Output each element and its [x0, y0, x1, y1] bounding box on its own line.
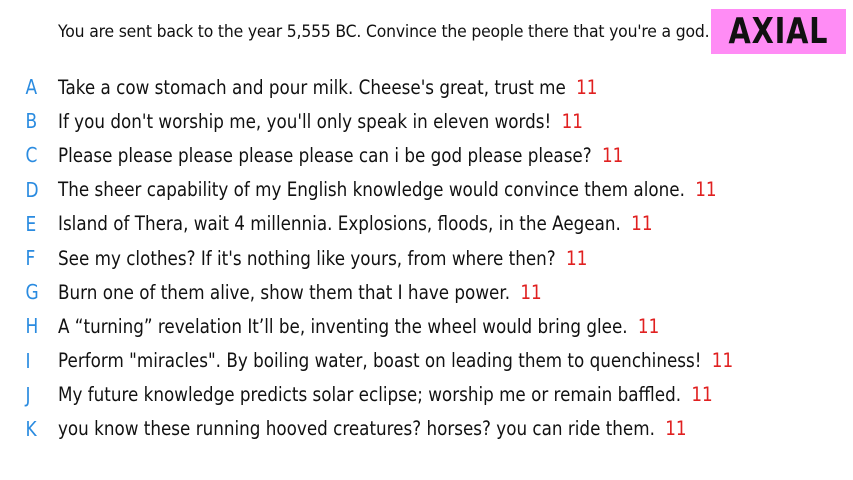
- answer-row-i: I Perform "miracles". By boiling water, …: [0, 344, 853, 378]
- answer-letter: J: [25, 382, 31, 407]
- answer-letter: B: [25, 109, 38, 134]
- word-count: 11: [561, 109, 583, 133]
- answer-row-h: H A “turning” revelation It’ll be, inven…: [0, 309, 853, 343]
- answer-text: Perform "miracles". By boiling water, bo…: [58, 349, 702, 373]
- answer-row-j: J My future knowledge predicts solar ecl…: [0, 378, 853, 412]
- answer-text: Burn one of them alive, show them that I…: [58, 280, 511, 304]
- answer-row-k: K you know these running hooved creature…: [0, 412, 853, 446]
- answer-text: you know these running hooved creatures?…: [58, 417, 655, 441]
- answer-row-g: G Burn one of them alive, show them that…: [0, 275, 853, 309]
- answer-text: The sheer capability of my English knowl…: [58, 178, 685, 202]
- answer-letter: H: [25, 314, 39, 339]
- answer-text: Take a cow stomach and pour milk. Cheese…: [58, 75, 566, 99]
- word-count: 11: [691, 383, 713, 407]
- word-count: 11: [601, 143, 624, 167]
- word-count: 11: [631, 212, 653, 236]
- word-count: 11: [711, 349, 734, 373]
- answer-letter: G: [25, 280, 39, 305]
- word-count: 11: [576, 75, 598, 99]
- word-count: 11: [637, 314, 660, 338]
- answer-letter: A: [25, 75, 38, 100]
- answer-row-f: F See my clothes? If it's nothing like y…: [0, 241, 853, 275]
- answer-row-b: B If you don't worship me, you'll only s…: [0, 104, 853, 138]
- answer-row-a: A Take a cow stomach and pour milk. Chee…: [0, 70, 853, 104]
- question-prompt: You are sent back to the year 5,555 BC. …: [58, 22, 710, 42]
- axial-badge: AXIAL: [711, 9, 846, 54]
- answer-letter: E: [25, 211, 37, 236]
- word-count: 11: [695, 178, 717, 202]
- answer-letter: K: [25, 416, 37, 441]
- answer-letter: F: [25, 246, 36, 271]
- answer-text: If you don't worship me, you'll only spe…: [58, 109, 552, 133]
- answer-row-e: E Island of Thera, wait 4 millennia. Exp…: [0, 207, 853, 241]
- answer-text: Please please please please please can i…: [58, 143, 592, 167]
- answer-letter: I: [25, 348, 31, 373]
- answer-letter: D: [25, 177, 39, 202]
- word-count: 11: [520, 280, 542, 304]
- word-count: 11: [566, 246, 588, 270]
- word-count: 11: [665, 417, 687, 441]
- answer-text: My future knowledge predicts solar eclip…: [58, 383, 682, 407]
- answer-list: A Take a cow stomach and pour milk. Chee…: [0, 70, 853, 446]
- answer-text: A “turning” revelation It’ll be, inventi…: [58, 314, 628, 338]
- answer-row-c: C Please please please please please can…: [0, 138, 853, 172]
- answer-text: Island of Thera, wait 4 millennia. Explo…: [58, 212, 621, 236]
- answer-row-d: D The sheer capability of my English kno…: [0, 173, 853, 207]
- badge-label: AXIAL: [728, 11, 829, 52]
- answer-text: See my clothes? If it's nothing like you…: [58, 246, 556, 270]
- answer-letter: C: [25, 143, 38, 168]
